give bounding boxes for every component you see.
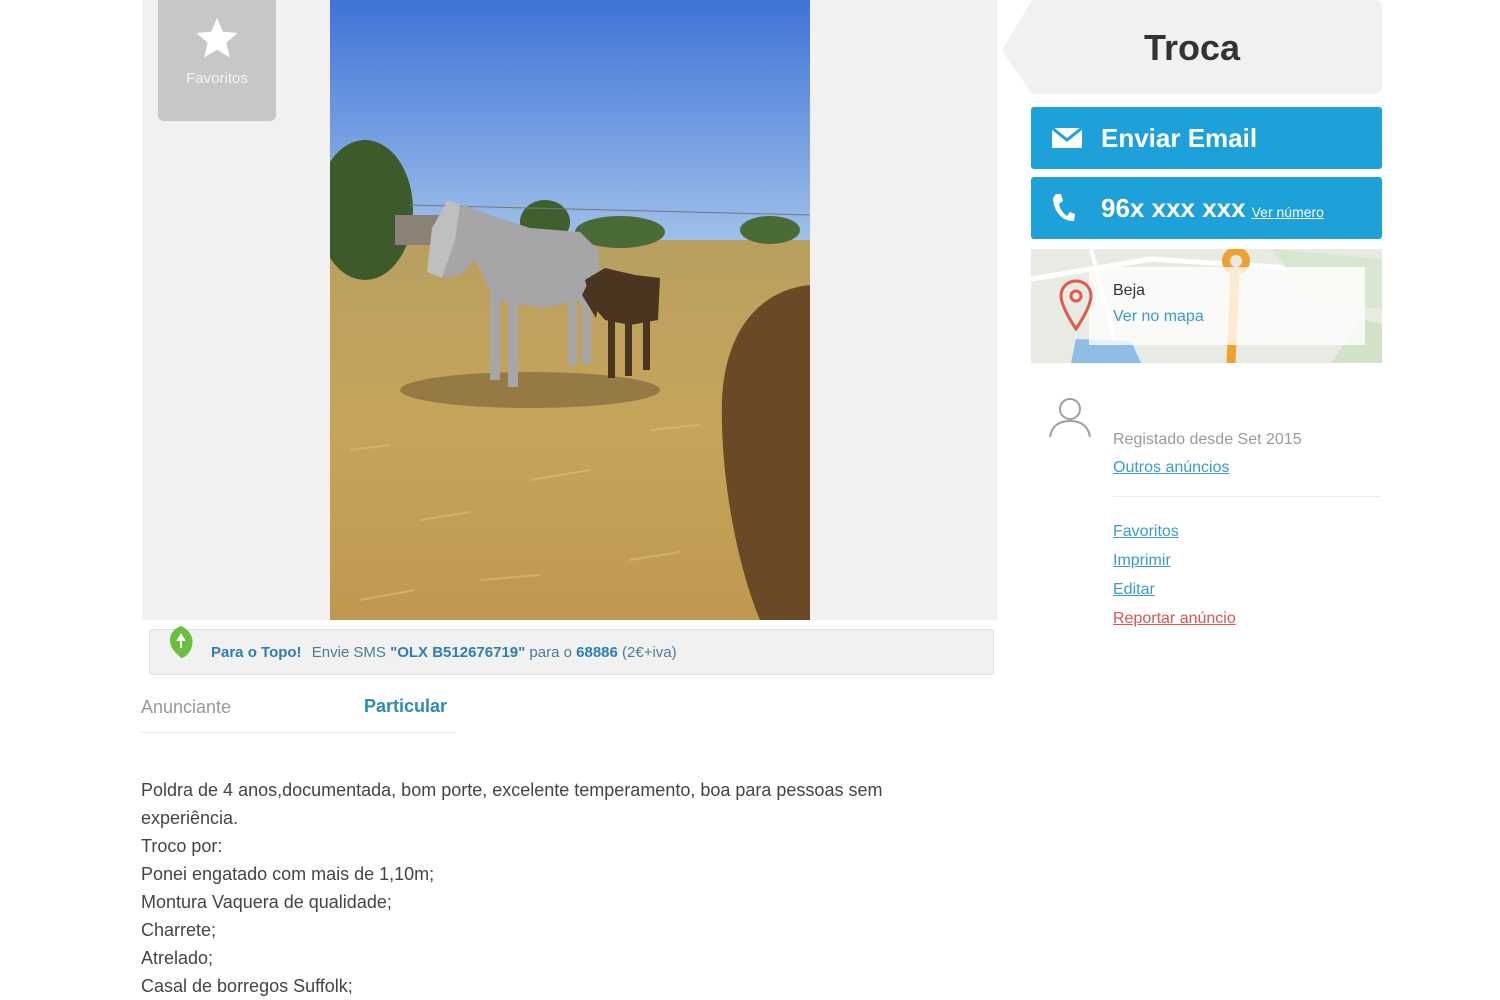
- favorite-label: Favoritos: [186, 70, 248, 87]
- price-tag: Troca: [1002, 0, 1382, 94]
- favorites-link[interactable]: Favoritos: [1113, 517, 1236, 546]
- leaf-icon: [170, 626, 193, 658]
- promo-text-1: Envie SMS: [311, 644, 386, 661]
- other-ads-link[interactable]: Outros anúncios: [1113, 459, 1230, 477]
- edit-link[interactable]: Editar: [1113, 575, 1236, 604]
- send-email-label: Enviar Email: [1101, 122, 1258, 153]
- listing-photo[interactable]: [330, 0, 810, 620]
- description-line: Poldra de 4 anos,documentada, bom porte,…: [141, 780, 883, 828]
- map-overlay: [1089, 267, 1365, 345]
- description-line: Montura Vaquera de qualidade;: [141, 892, 392, 912]
- phone-number: 96x xxx xxx: [1101, 192, 1246, 223]
- map-city: Beja: [1113, 282, 1146, 299]
- horse-photo: [330, 0, 810, 620]
- ad-actions: Favoritos Imprimir Editar Reportar anúnc…: [1113, 517, 1236, 633]
- description-line: Casal de borregos Suffolk;: [141, 976, 353, 996]
- price: Troca: [1143, 27, 1241, 68]
- promo-price: (2€+iva): [622, 644, 677, 661]
- phone-icon: [1051, 192, 1087, 224]
- promo-text-2: para o: [529, 644, 572, 661]
- promo-label: Para o Topo!: [211, 644, 302, 661]
- phone-button[interactable]: 96x xxx xxx Ver número: [1031, 177, 1382, 239]
- map-pin-icon: [1059, 279, 1093, 331]
- description-line: Troco por:: [141, 836, 223, 856]
- view-on-map-link[interactable]: Ver no mapa: [1113, 308, 1204, 326]
- print-link[interactable]: Imprimir: [1113, 546, 1236, 575]
- registered-since: Registado desde Set 2015: [1113, 431, 1302, 448]
- promo-number: 68886: [576, 644, 618, 661]
- description-line: Charrete;: [141, 920, 217, 940]
- promo-bar: Para o Topo! Envie SMS "OLX B512676719" …: [149, 626, 994, 675]
- advertiser-label: Anunciante: [141, 697, 232, 717]
- description-line: Atrelado;: [141, 948, 214, 968]
- description-line: Ponei engatado com mais de 1,10m;: [141, 864, 435, 884]
- promo-code: "OLX B512676719": [390, 644, 526, 661]
- envelope-icon: [1051, 127, 1087, 149]
- description: Poldra de 4 anos,documentada, bom porte,…: [141, 776, 981, 1000]
- divider: [141, 732, 456, 733]
- location-map[interactable]: Beja Ver no mapa: [1031, 249, 1382, 363]
- divider: [1113, 496, 1381, 497]
- user-avatar-icon: [1049, 398, 1091, 438]
- report-ad-link[interactable]: Reportar anúncio: [1113, 604, 1236, 633]
- send-email-button[interactable]: Enviar Email: [1031, 107, 1382, 169]
- advertiser-value: Particular: [364, 696, 448, 716]
- favorite-button[interactable]: Favoritos: [158, 0, 276, 121]
- show-number-link[interactable]: Ver número: [1252, 204, 1324, 220]
- star-icon: [196, 17, 238, 58]
